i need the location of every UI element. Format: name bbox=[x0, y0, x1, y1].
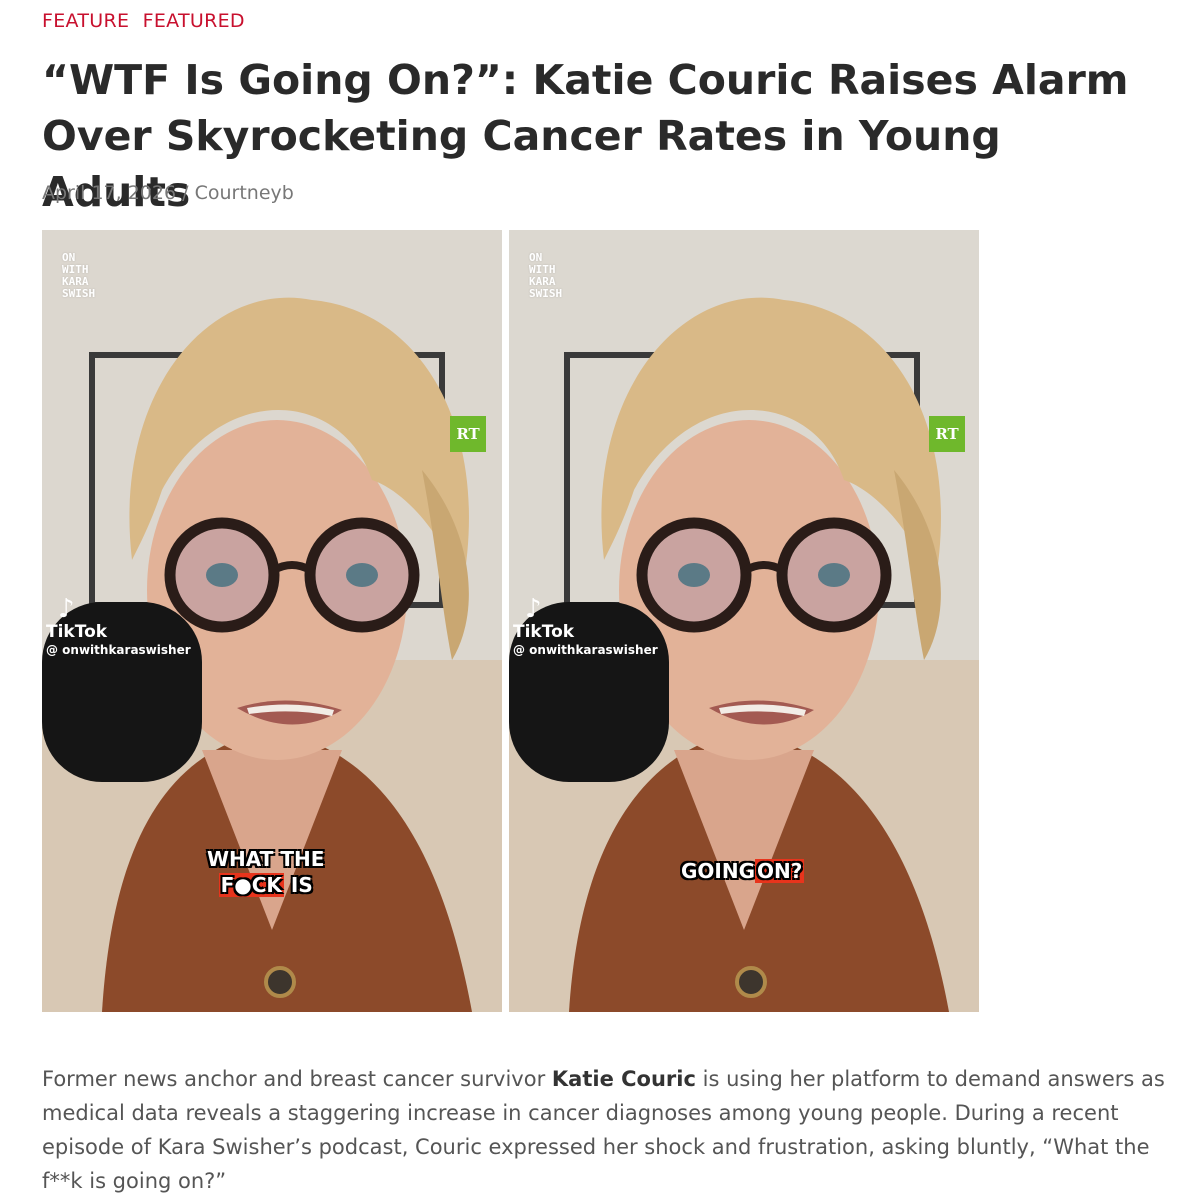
rt-logo-badge: RT bbox=[929, 416, 965, 452]
video-still-left: ON WITH KARA SWISH RT ♪ TikTok @ onwithk… bbox=[42, 230, 502, 1012]
category-list: FEATURE FEATURED bbox=[42, 10, 252, 32]
video-caption-right: GOING ON? bbox=[681, 859, 805, 883]
author-link[interactable]: Courtneyb bbox=[195, 182, 294, 204]
tiktok-handle: @ onwithkaraswisher bbox=[513, 643, 658, 657]
caption-highlight-word: F●CK bbox=[218, 873, 284, 897]
tiktok-brand: TikTok bbox=[46, 622, 108, 642]
tiktok-handle: @ onwithkaraswisher bbox=[46, 643, 191, 657]
video-caption-left: WHAT THE F●CK IS bbox=[207, 847, 325, 897]
video-still-right: ON WITH KARA SWISH RT ♪ TikTok @ onwithk… bbox=[509, 230, 979, 1012]
podcast-logo: ON WITH KARA SWISH bbox=[529, 251, 563, 300]
meta-separator: / bbox=[182, 182, 189, 204]
tiktok-watermark: ♪ TikTok @ onwithkaraswisher bbox=[511, 596, 658, 658]
article-intro-paragraph: Former news anchor and breast cancer sur… bbox=[42, 1067, 1165, 1193]
post-meta: April 17, 2026 / Courtneyb bbox=[42, 182, 294, 204]
person-name: Katie Couric bbox=[551, 1067, 696, 1091]
tiktok-icon: ♪ bbox=[525, 594, 542, 624]
caption-highlight-word: ON? bbox=[755, 859, 805, 883]
tiktok-icon: ♪ bbox=[58, 594, 75, 624]
post-date: April 17, 2026 bbox=[42, 182, 177, 204]
category-feature-link[interactable]: FEATURE bbox=[42, 10, 129, 32]
category-featured-link[interactable]: FEATURED bbox=[143, 10, 245, 32]
rt-logo-badge: RT bbox=[450, 416, 486, 452]
tiktok-watermark: ♪ TikTok @ onwithkaraswisher bbox=[44, 596, 191, 658]
tiktok-brand: TikTok bbox=[513, 622, 575, 642]
podcast-logo: ON WITH KARA SWISH bbox=[62, 251, 96, 300]
